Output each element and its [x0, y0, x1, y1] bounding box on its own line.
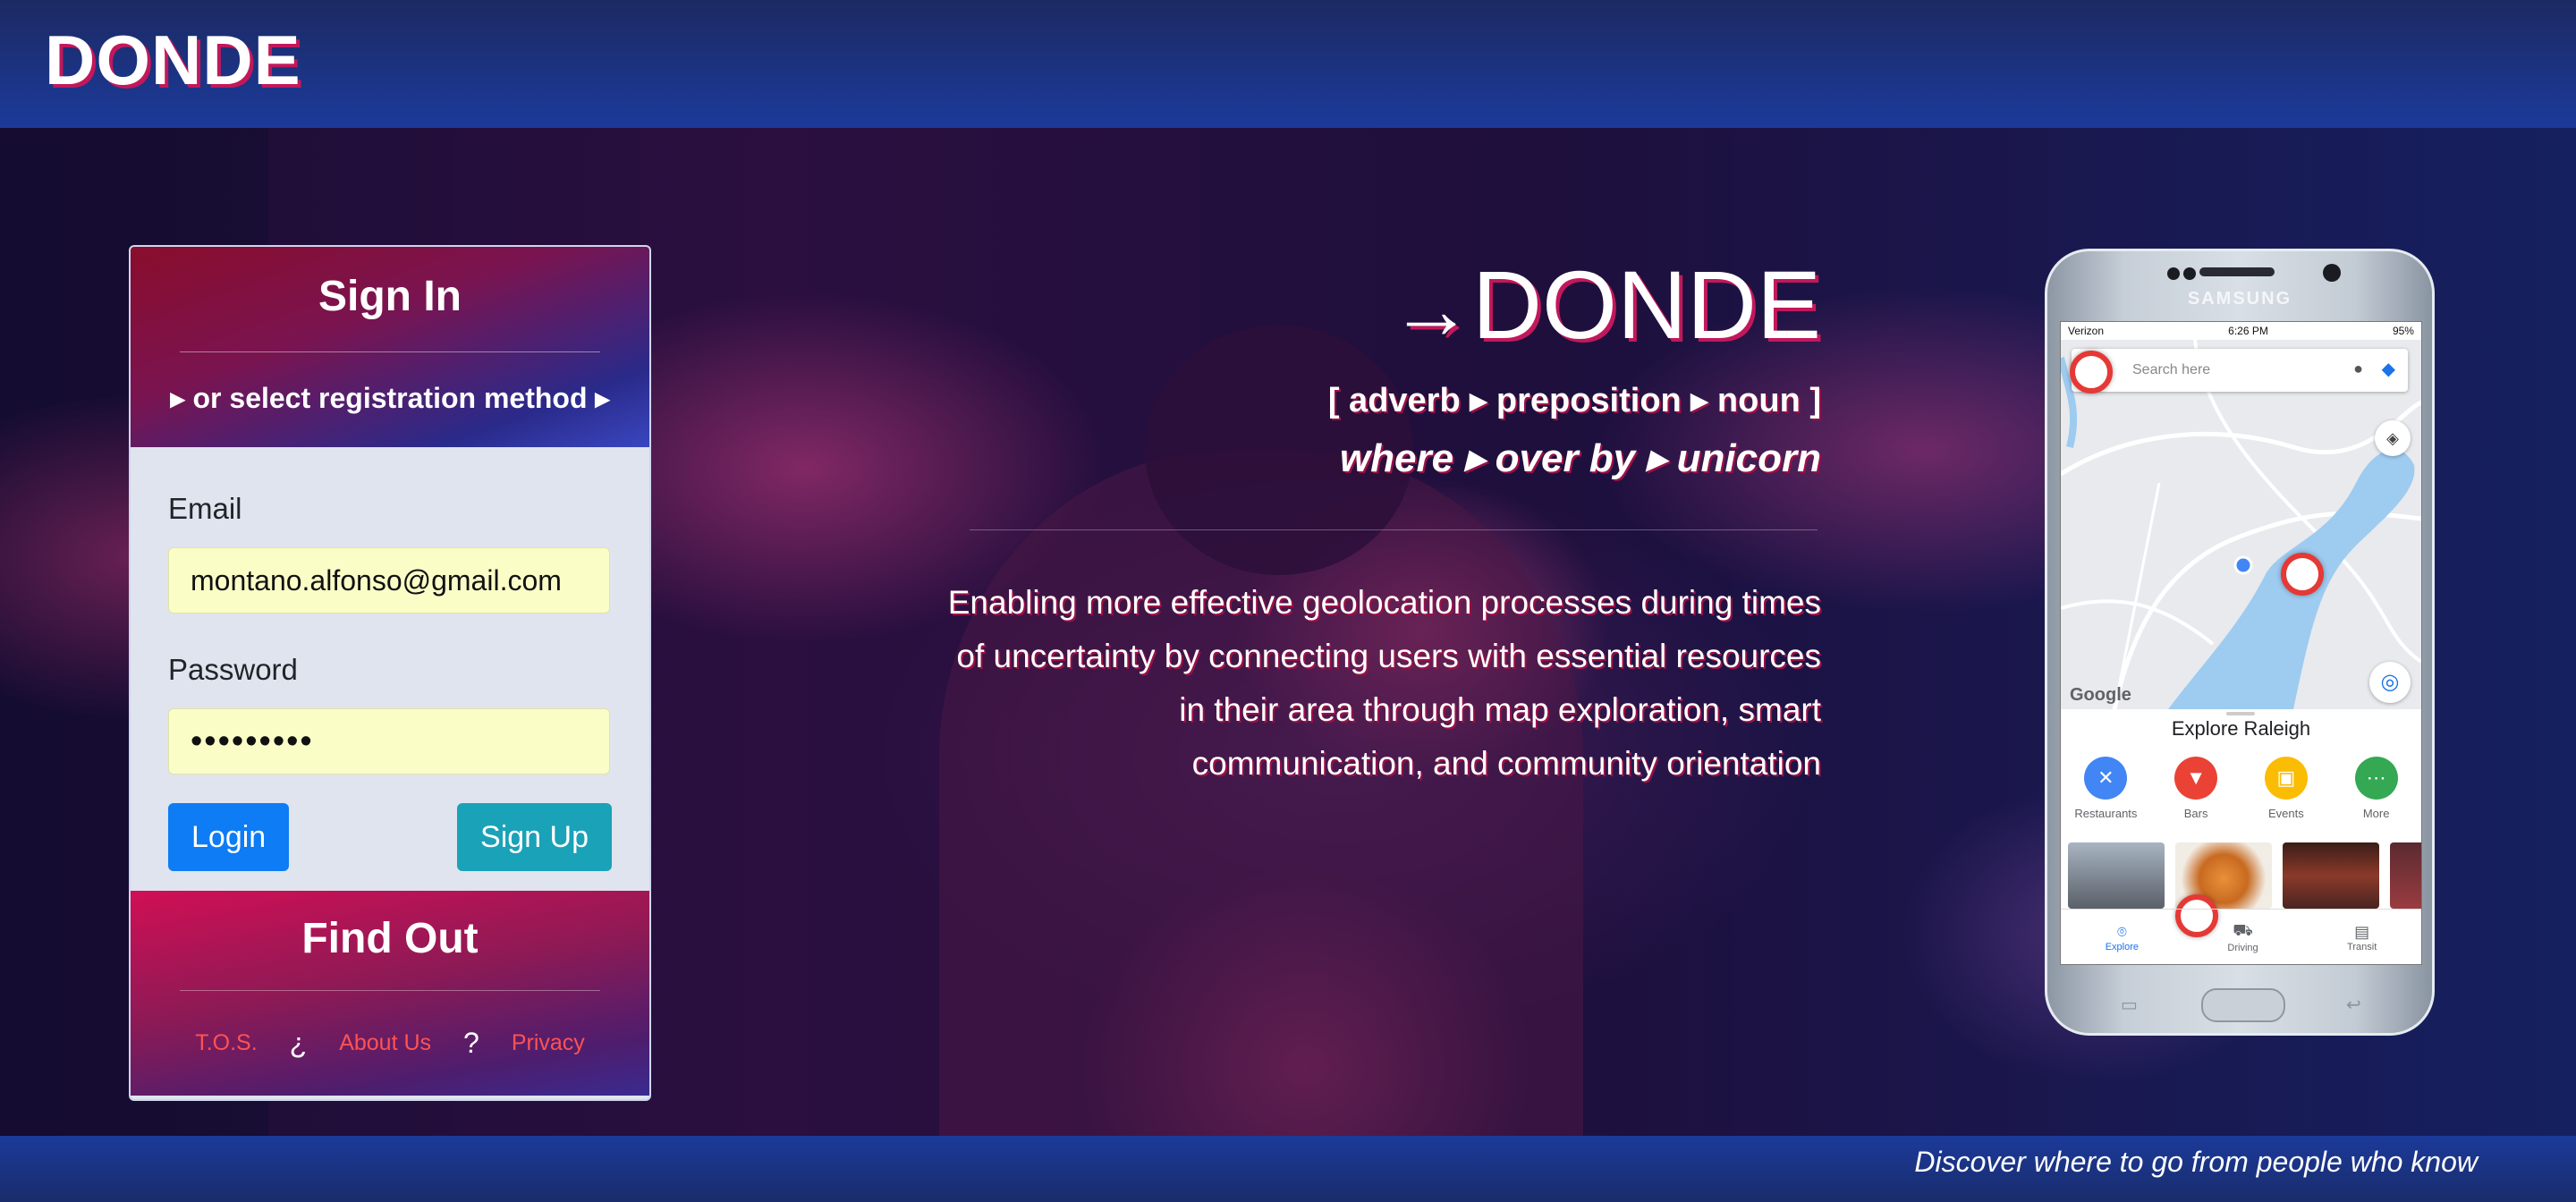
- category-more[interactable]: ⋯ More: [2341, 757, 2412, 820]
- tab-transit[interactable]: ▤ Transit: [2347, 923, 2377, 952]
- battery: 95%: [2392, 325, 2414, 337]
- explore-title: Explore Raleigh: [2171, 717, 2311, 740]
- status-bar: Verizon 6:26 PM 95%: [2061, 322, 2421, 340]
- divider: [180, 351, 600, 352]
- place-photo[interactable]: [2390, 842, 2421, 909]
- tos-link[interactable]: T.O.S.: [195, 1030, 257, 1056]
- tab-label: Driving: [2227, 943, 2258, 953]
- footer-bar: Discover where to go from people who kno…: [0, 1136, 2576, 1202]
- password-label: Password: [168, 653, 298, 686]
- category-bars[interactable]: ▼ Bars: [2160, 757, 2232, 820]
- place-photo[interactable]: [2283, 842, 2379, 909]
- arrow-icon: →: [1389, 265, 1472, 356]
- find-out-title: Find Out: [301, 915, 479, 962]
- top-navbar: DONDE: [0, 0, 2576, 128]
- more-icon: ⋯: [2354, 757, 2398, 800]
- category-events[interactable]: ▣ Events: [2250, 757, 2322, 820]
- category-label: Bars: [2183, 807, 2208, 820]
- phone-mockup: SAMSUNG Verizon 6:26 PM 95% ≡ Search: [2045, 249, 2435, 1036]
- divider: [180, 990, 600, 991]
- tab-driving[interactable]: ⛟ Driving: [2227, 921, 2258, 953]
- email-field[interactable]: [168, 547, 610, 614]
- registration-method-link[interactable]: ▸ or select registration method ▸: [131, 381, 649, 415]
- separator: ?: [463, 1027, 479, 1059]
- hero-title-text: DONDE: [1471, 250, 1821, 359]
- sign-up-button[interactable]: Sign Up: [457, 803, 612, 871]
- find-out-section: Find Out T.O.S. ¿ About Us ? Privacy: [131, 891, 649, 1096]
- parts-of-speech: [ adverb ▸ preposition ▸ noun ]: [1327, 382, 1821, 419]
- highlight-marker[interactable]: [2281, 553, 2324, 596]
- highlight-marker[interactable]: [2070, 351, 2113, 394]
- sign-in-title: Sign In: [318, 273, 462, 320]
- brand-logo[interactable]: DONDE: [45, 20, 301, 101]
- sensor-icon: [2167, 267, 2180, 280]
- category-row: ✕ Restaurants ▼ Bars ▣ Events ⋯ More: [2061, 757, 2421, 820]
- footer-links: T.O.S. ¿ About Us ? Privacy: [131, 1027, 649, 1060]
- sign-in-header: Sign In ▸ or select registration method …: [131, 247, 649, 447]
- privacy-link[interactable]: Privacy: [512, 1030, 585, 1056]
- tab-label: Explore: [2105, 941, 2139, 952]
- footer-tagline: Discover where to go from people who kno…: [1914, 1146, 2478, 1178]
- bottom-tab-bar: ⌾ Explore ⛟ Driving ▤ Transit: [2061, 909, 2421, 964]
- cocktail-icon: ▼: [2174, 757, 2218, 800]
- pin-icon: ⌾: [2116, 922, 2127, 941]
- home-button[interactable]: [2201, 988, 2285, 1022]
- phone-brand: SAMSUNG: [2187, 289, 2292, 309]
- google-logo: Google: [2070, 685, 2131, 705]
- phone-screen: Verizon 6:26 PM 95% ≡ Search here ●: [2060, 321, 2422, 965]
- sign-in-panel: Sign In ▸ or select registration method …: [129, 245, 651, 1101]
- carrier: Verizon: [2068, 325, 2105, 337]
- email-label: Email: [168, 492, 242, 525]
- category-restaurants[interactable]: ✕ Restaurants: [2070, 757, 2141, 820]
- tab-explore[interactable]: ⌾ Explore: [2106, 923, 2139, 952]
- hero-divider: [970, 529, 1818, 530]
- place-photo[interactable]: [2068, 842, 2165, 909]
- drag-handle[interactable]: [2226, 712, 2255, 715]
- sensor-icon: [2183, 267, 2196, 280]
- login-button[interactable]: Login: [168, 803, 290, 871]
- about-us-link[interactable]: About Us: [339, 1030, 431, 1056]
- fork-knife-icon: ✕: [2084, 757, 2128, 800]
- my-location-icon[interactable]: ◎: [2369, 662, 2411, 703]
- sign-in-form: Email Password Login Sign Up: [131, 447, 649, 891]
- layers-icon[interactable]: ◈: [2375, 420, 2411, 456]
- recent-apps-icon[interactable]: ▭: [2121, 994, 2138, 1016]
- car-icon: ⛟: [2233, 921, 2253, 939]
- category-label: Restaurants: [2074, 807, 2138, 820]
- microphone-icon[interactable]: ●: [2353, 360, 2363, 378]
- front-camera-icon: [2323, 264, 2341, 282]
- photo-strip: [2068, 842, 2421, 909]
- hero-description: Enabling more effective geolocation proc…: [947, 584, 1821, 782]
- map-view[interactable]: ≡ Search here ● ◆ ◈ ◎ Google: [2061, 340, 2421, 709]
- ticket-icon: ▣: [2264, 757, 2308, 800]
- hero-title: →DONDE: [1390, 249, 1821, 360]
- directions-icon[interactable]: ◆: [2382, 358, 2395, 380]
- tab-label: Transit: [2347, 941, 2377, 952]
- back-icon[interactable]: ↩: [2346, 994, 2361, 1016]
- word-meanings: where ▸ over by ▸ unicorn: [1339, 436, 1821, 480]
- map-search-placeholder: Search here: [2132, 362, 2211, 377]
- separator: ¿: [289, 1027, 308, 1059]
- map-search-bar[interactable]: ≡ Search here ● ◆: [2072, 349, 2408, 392]
- password-field[interactable]: [168, 708, 610, 775]
- category-label: Events: [2268, 807, 2304, 820]
- bus-icon: ▤: [2354, 922, 2370, 941]
- category-label: More: [2362, 807, 2390, 820]
- speaker-grille: [2199, 267, 2275, 276]
- map-graphic: [2061, 340, 2421, 709]
- clock: 6:26 PM: [2228, 325, 2268, 337]
